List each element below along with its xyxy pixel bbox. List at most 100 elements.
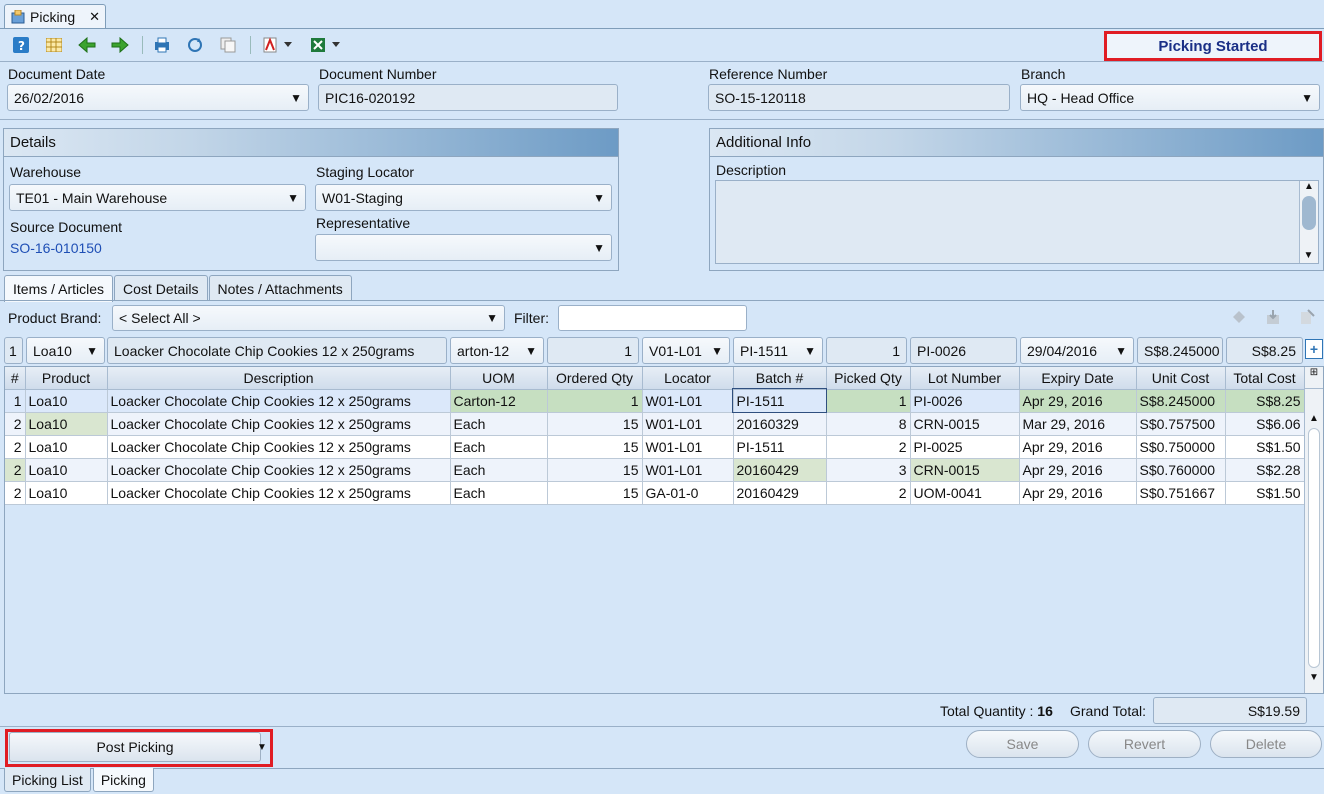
import-icon[interactable]	[1265, 309, 1281, 325]
table-cell[interactable]: Apr 29, 2016	[1019, 435, 1137, 459]
table-cell[interactable]: Loacker Chocolate Chip Cookies 12 x 250g…	[107, 458, 451, 482]
column-header[interactable]: Ordered Qty	[547, 367, 643, 390]
table-cell[interactable]: S$8.245000	[1136, 389, 1226, 413]
close-icon[interactable]: ✕	[89, 9, 100, 25]
table-cell[interactable]: Loa10	[25, 435, 108, 459]
column-header[interactable]: Lot Number	[910, 367, 1020, 390]
table-cell[interactable]: S$2.28	[1225, 458, 1305, 482]
pdf-export-icon[interactable]	[259, 34, 281, 56]
table-cell[interactable]: PI-0025	[910, 435, 1020, 459]
post-picking-button[interactable]: Post Picking	[9, 732, 261, 762]
entry-uom-select[interactable]: arton-12 ▼	[450, 337, 544, 364]
table-cell[interactable]: Apr 29, 2016	[1019, 458, 1137, 482]
table-cell[interactable]: Each	[450, 435, 548, 459]
help-icon[interactable]: ?	[10, 34, 32, 56]
entry-picked-qty-field[interactable]: 1	[826, 337, 907, 364]
table-cell[interactable]: Loa10	[25, 412, 108, 436]
table-cell[interactable]: S$1.50	[1225, 481, 1305, 505]
table-cell[interactable]: 8	[826, 412, 911, 436]
table-cell[interactable]: Loacker Chocolate Chip Cookies 12 x 250g…	[107, 412, 451, 436]
delete-button[interactable]: Delete	[1210, 730, 1322, 758]
table-cell[interactable]: UOM-0041	[910, 481, 1020, 505]
table-row[interactable]: 2 Loa10 Loacker Chocolate Chip Cookies 12 …	[5, 435, 1305, 459]
table-cell[interactable]: 1	[5, 389, 26, 413]
column-header[interactable]: Unit Cost	[1136, 367, 1226, 390]
table-cell[interactable]: CRN-0015	[910, 412, 1020, 436]
table-cell[interactable]: PI-1511	[732, 388, 827, 413]
entry-description-field[interactable]: Loacker Chocolate Chip Cookies 12 x 250g…	[107, 337, 447, 364]
table-cell[interactable]: 15	[547, 435, 643, 459]
table-cell[interactable]: Loacker Chocolate Chip Cookies 12 x 250g…	[107, 481, 451, 505]
table-cell[interactable]: 15	[547, 412, 643, 436]
tab-cost-details[interactable]: Cost Details	[114, 275, 208, 301]
chevron-down-icon[interactable]: ▼	[1305, 672, 1323, 683]
column-chooser-icon[interactable]: ⊞	[1305, 367, 1323, 389]
table-cell[interactable]: S$0.760000	[1136, 458, 1226, 482]
table-row[interactable]: 2 Loa10 Loacker Chocolate Chip Cookies 12 …	[5, 458, 1305, 482]
grid-scrollbar[interactable]: ⊞ ▲ ▼	[1304, 367, 1323, 693]
column-header[interactable]: #	[5, 367, 26, 390]
table-cell[interactable]: 20160429	[733, 458, 827, 482]
scroll-thumb[interactable]	[1308, 428, 1320, 668]
tab-notes-attachments[interactable]: Notes / Attachments	[208, 275, 352, 301]
table-cell[interactable]: Loa10	[25, 481, 108, 505]
table-cell[interactable]: S$6.06	[1225, 412, 1305, 436]
grid-icon[interactable]	[43, 34, 65, 56]
table-cell[interactable]: 20160329	[733, 412, 827, 436]
refresh-icon[interactable]	[184, 34, 206, 56]
table-cell[interactable]: 15	[547, 458, 643, 482]
save-button[interactable]: Save	[966, 730, 1079, 758]
tab-items-articles[interactable]: Items / Articles	[4, 275, 114, 302]
table-cell[interactable]: S$0.757500	[1136, 412, 1226, 436]
table-cell[interactable]: W01-L01	[642, 458, 734, 482]
column-header[interactable]: Picked Qty	[826, 367, 911, 390]
entry-locator-select[interactable]: V01-L01 ▼	[642, 337, 730, 364]
column-header[interactable]: Batch #	[733, 367, 827, 390]
description-scrollbar[interactable]: ▲ ▼	[1299, 181, 1318, 263]
tab-picking-list[interactable]: Picking List	[4, 768, 91, 792]
chevron-up-icon[interactable]: ▲	[1305, 413, 1323, 424]
table-cell[interactable]: PI-0026	[910, 389, 1020, 413]
print-icon[interactable]	[151, 34, 173, 56]
entry-batch-select[interactable]: PI-1511 ▼	[733, 337, 823, 364]
table-cell[interactable]: Loa10	[25, 389, 108, 413]
table-cell[interactable]: 2	[5, 412, 26, 436]
table-cell[interactable]: Mar 29, 2016	[1019, 412, 1137, 436]
product-brand-select[interactable]: < Select All > ▼	[112, 305, 505, 331]
entry-expiry-date-select[interactable]: 29/04/2016 ▼	[1020, 337, 1134, 364]
staging-locator-select[interactable]: W01-Staging ▼	[315, 184, 612, 211]
entry-ordered-qty-field[interactable]: 1	[547, 337, 639, 364]
excel-export-icon[interactable]	[307, 34, 329, 56]
back-arrow-icon[interactable]	[76, 34, 98, 56]
column-header[interactable]: Total Cost	[1225, 367, 1305, 390]
chevron-down-icon[interactable]: ▼	[1300, 250, 1317, 261]
table-cell[interactable]: Apr 29, 2016	[1019, 481, 1137, 505]
scroll-thumb[interactable]	[1302, 196, 1316, 230]
erase-icon[interactable]	[1231, 309, 1247, 325]
source-document-link[interactable]: SO-16-010150	[10, 240, 102, 256]
table-cell[interactable]: S$0.750000	[1136, 435, 1226, 459]
table-cell[interactable]: Loacker Chocolate Chip Cookies 12 x 250g…	[107, 389, 451, 413]
filter-input[interactable]	[558, 305, 747, 331]
entry-total-cost-field[interactable]: S$8.25	[1226, 337, 1303, 364]
table-cell[interactable]: S$8.25	[1225, 389, 1305, 413]
attach-icon[interactable]	[1299, 309, 1315, 325]
table-row[interactable]: 1 Loa10 Loacker Chocolate Chip Cookies 12 …	[5, 388, 1305, 413]
entry-product-select[interactable]: Loa10 ▼	[26, 337, 105, 364]
table-cell[interactable]: PI-1511	[733, 435, 827, 459]
entry-lot-number-field[interactable]: PI-0026	[910, 337, 1017, 364]
table-row[interactable]: 2 Loa10 Loacker Chocolate Chip Cookies 12 …	[5, 481, 1305, 505]
forward-arrow-icon[interactable]	[109, 34, 131, 56]
table-cell[interactable]: W01-L01	[642, 435, 734, 459]
table-cell[interactable]: Each	[450, 412, 548, 436]
warehouse-select[interactable]: TE01 - Main Warehouse ▼	[9, 184, 306, 211]
column-header[interactable]: UOM	[450, 367, 548, 390]
table-cell[interactable]: 1	[547, 389, 643, 413]
table-cell[interactable]: Each	[450, 458, 548, 482]
table-cell[interactable]: 15	[547, 481, 643, 505]
branch-select[interactable]: HQ - Head Office ▼	[1020, 84, 1320, 111]
table-cell[interactable]: 2	[826, 435, 911, 459]
revert-button[interactable]: Revert	[1088, 730, 1201, 758]
table-cell[interactable]: S$1.50	[1225, 435, 1305, 459]
table-cell[interactable]: Each	[450, 481, 548, 505]
